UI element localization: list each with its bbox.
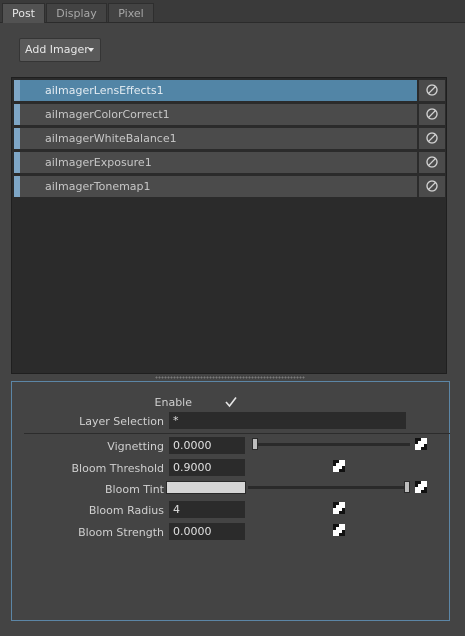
bloom-tint-label: Bloom Tint	[105, 483, 164, 496]
layer-selection-field[interactable]: *	[169, 412, 406, 429]
vignetting-field[interactable]: 0.0000	[169, 437, 245, 454]
pane-splitter-handle[interactable]	[155, 376, 305, 379]
bloom-tint-slider-track[interactable]	[248, 486, 410, 489]
bypass-button[interactable]	[419, 152, 445, 173]
bypass-icon	[426, 108, 438, 120]
bloom-strength-field[interactable]: 0.0000	[169, 523, 245, 540]
enable-label: Enable	[154, 396, 192, 409]
map-texture-icon[interactable]	[333, 524, 345, 536]
imager-attributes-panel: Enable Layer Selection * Vignetting 0.00…	[11, 381, 450, 621]
imager-row-lens-effects[interactable]: aiImagerLensEffects1	[14, 80, 445, 101]
bloom-threshold-field[interactable]: 0.9000	[169, 459, 245, 476]
imager-row-tonemap[interactable]: aiImagerTonemap1	[14, 176, 445, 197]
bloom-tint-color-swatch[interactable]	[166, 481, 246, 494]
vignetting-slider-handle[interactable]	[252, 438, 258, 450]
imager-row-white-balance[interactable]: aiImagerWhiteBalance1	[14, 128, 445, 149]
map-texture-icon[interactable]	[333, 460, 345, 472]
tab-post[interactable]: Post	[2, 3, 45, 23]
tab-display[interactable]: Display	[46, 3, 107, 22]
imager-name[interactable]: aiImagerTonemap1	[14, 176, 417, 197]
bloom-radius-field[interactable]: 4	[169, 501, 245, 518]
enable-checkbox[interactable]	[224, 395, 238, 409]
add-imager-label: Add Imager	[25, 43, 89, 56]
bypass-button[interactable]	[419, 128, 445, 149]
vignetting-label: Vignetting	[107, 440, 164, 453]
bypass-icon	[426, 84, 438, 96]
imager-list[interactable]: aiImagerLensEffects1 aiImagerColorCorrec…	[11, 77, 447, 374]
tab-bar: Post Display Pixel	[0, 0, 465, 23]
bypass-icon	[426, 132, 438, 144]
map-texture-icon[interactable]	[415, 481, 427, 493]
bloom-tint-slider-handle[interactable]	[404, 481, 410, 493]
imager-row-color-correct[interactable]: aiImagerColorCorrect1	[14, 104, 445, 125]
bypass-button[interactable]	[419, 104, 445, 125]
bypass-button[interactable]	[419, 80, 445, 101]
add-imager-button[interactable]: Add Imager	[19, 38, 101, 62]
bloom-strength-label: Bloom Strength	[78, 526, 164, 539]
bloom-radius-label: Bloom Radius	[88, 504, 164, 517]
dropdown-caret-icon	[88, 48, 94, 52]
imager-name[interactable]: aiImagerWhiteBalance1	[14, 128, 417, 149]
layer-selection-label: Layer Selection	[79, 415, 164, 428]
imager-name[interactable]: aiImagerColorCorrect1	[14, 104, 417, 125]
map-texture-icon[interactable]	[333, 502, 345, 514]
imager-name[interactable]: aiImagerExposure1	[14, 152, 417, 173]
bloom-threshold-label: Bloom Threshold	[71, 462, 165, 475]
bypass-button[interactable]	[419, 176, 445, 197]
bypass-icon	[426, 180, 438, 192]
bypass-icon	[426, 156, 438, 168]
separator	[24, 433, 450, 434]
imager-row-exposure[interactable]: aiImagerExposure1	[14, 152, 445, 173]
map-texture-icon[interactable]	[415, 438, 427, 450]
vignetting-slider-track[interactable]	[252, 443, 410, 446]
tab-pixel[interactable]: Pixel	[108, 3, 154, 22]
imager-name[interactable]: aiImagerLensEffects1	[14, 80, 417, 101]
